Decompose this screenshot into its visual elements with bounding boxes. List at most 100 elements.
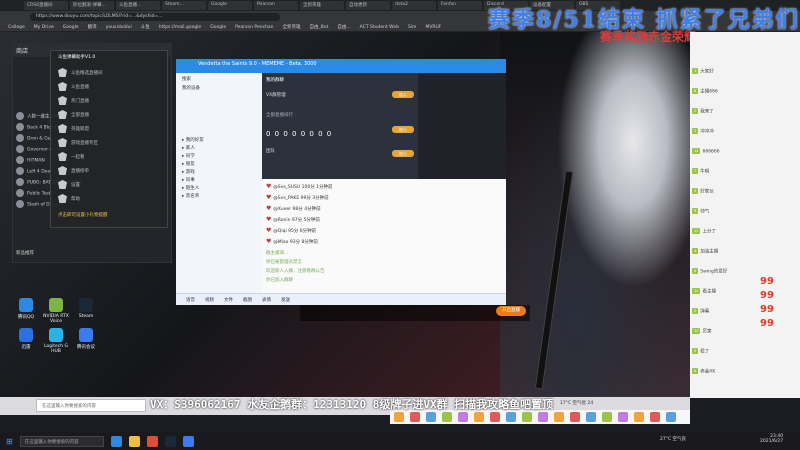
gift-count: 99 <box>760 290 774 301</box>
desktop-icon[interactable]: 迅雷 <box>10 328 42 350</box>
gift-icon[interactable] <box>458 412 468 422</box>
meeting-taskbar-icon[interactable] <box>182 435 194 447</box>
gift-icon[interactable] <box>618 412 628 422</box>
fan-badge: 7 <box>692 168 699 174</box>
qq-toolbar-button[interactable]: 发送 <box>281 297 290 303</box>
browser-tab[interactable]: Steam... <box>162 1 206 10</box>
browser-tab[interactable]: 斗鱼直播... <box>116 1 160 10</box>
library-item[interactable]: Dron & Gun <box>16 134 53 142</box>
contact-group[interactable]: ▸ 陌生人 <box>182 185 199 191</box>
popup-menu-item[interactable]: 帮助 <box>58 194 80 203</box>
popup-menu-item[interactable]: 直播榜单 <box>58 166 89 175</box>
explorer-taskbar-icon[interactable] <box>128 435 140 447</box>
gift-icon[interactable] <box>474 412 484 422</box>
url-field[interactable]: https://www.douyu.com/topic/LOLMSI?rid=.… <box>30 13 280 21</box>
popup-menu-item[interactable]: 一起看 <box>58 152 85 161</box>
contact-group[interactable]: ▸ 黑名单 <box>182 193 199 199</box>
windows-start-icon[interactable]: ⊞ <box>6 437 13 446</box>
team-button[interactable]: 加入 <box>392 150 414 157</box>
browser-tab[interactable]: 自动更新 <box>346 1 390 10</box>
popup-menu-item[interactable]: 游戏直播专区 <box>58 138 98 147</box>
bookmark-item[interactable]: MVRUF <box>425 25 441 30</box>
qq-toolbar-button[interactable]: 语音 <box>186 297 195 303</box>
popup-menu-item[interactable]: 全部直播 <box>58 110 89 119</box>
bookmark-item[interactable]: Sim <box>408 25 417 30</box>
steam-taskbar-icon[interactable] <box>164 435 176 447</box>
contact-group[interactable]: ▸ 我的好友 <box>182 137 204 143</box>
popup-menu-item[interactable]: 设置 <box>58 180 80 189</box>
qq-toolbar-button[interactable]: 表情 <box>262 297 271 303</box>
gift-icon[interactable] <box>522 412 532 422</box>
taskbar-search-input[interactable]: 在这里输入你要搜索的内容 <box>19 435 104 447</box>
library-item[interactable]: Left 4 Dead <box>16 167 53 175</box>
gift-icon[interactable] <box>538 412 548 422</box>
bookmark-item[interactable]: 全新英雄 <box>283 24 301 30</box>
gift-icon[interactable] <box>490 412 500 422</box>
start-live-button[interactable]: 开启直播 <box>496 306 526 316</box>
inner-search-input[interactable]: 在这里输入你要搜索的内容 <box>36 399 146 412</box>
rank-button[interactable]: 加入 <box>392 126 414 133</box>
bookmark-item[interactable]: Pearson Penchan <box>235 25 273 30</box>
desktop-icon[interactable]: 腾讯QQ <box>10 298 42 320</box>
bookmark-item[interactable]: 自由_Bot <box>310 24 329 30</box>
bookmark-item[interactable]: youxiduidui <box>106 25 132 30</box>
contact-group[interactable]: ▸ 游戏 <box>182 169 195 175</box>
bookmark-item[interactable]: Google <box>210 25 226 30</box>
qq-toolbar-button[interactable]: 截图 <box>243 297 252 303</box>
qq-title-bar[interactable]: Vendetta the Saints 9.0 - MEMEME - Beta,… <box>176 59 506 73</box>
browser-tab[interactable]: 全新英雄 <box>300 1 344 10</box>
gift-icon[interactable] <box>554 412 564 422</box>
qq-search-input[interactable]: 搜索 <box>182 76 191 82</box>
bookmark-item[interactable]: My Drive <box>34 25 54 30</box>
bookmark-item[interactable]: ACT Student Web <box>360 25 399 30</box>
gift-icon[interactable] <box>650 412 660 422</box>
gift-icon[interactable] <box>570 412 580 422</box>
library-item[interactable]: HITMAN <box>16 156 45 164</box>
desktop-icon[interactable]: Logitech G HUB <box>40 328 72 354</box>
qq-taskbar-icon[interactable] <box>110 435 122 447</box>
browser-tab[interactable]: CRS6直播间 <box>24 1 68 10</box>
contact-group[interactable]: ▸ 同事 <box>182 177 195 183</box>
desktop-icon[interactable]: 腾讯会议 <box>70 328 102 350</box>
gift-icon[interactable] <box>666 412 676 422</box>
contact-group[interactable]: ▸ 同学 <box>182 153 195 159</box>
popup-menu-item[interactable]: 斗鱼直播 <box>58 82 89 91</box>
popup-menu-item[interactable]: 斗鱼精选直播间 <box>58 68 103 77</box>
contact-group[interactable]: ▸ 家人 <box>182 145 195 151</box>
gift-icon[interactable] <box>426 412 436 422</box>
popup-title: 斗鱼弹幕助手V1.0 <box>58 55 96 60</box>
chrome-taskbar-icon[interactable] <box>146 435 158 447</box>
bookmark-item[interactable]: 翻译 <box>88 24 97 30</box>
library-item[interactable]: Public Test <box>16 189 51 197</box>
browser-tab[interactable]: dota2 <box>392 1 436 10</box>
group-join-button[interactable]: 加入 <box>392 91 414 98</box>
gift-icon[interactable] <box>442 412 452 422</box>
gift-icon[interactable] <box>506 412 516 422</box>
chat-message: 14 看主播 <box>692 288 716 295</box>
bookmark-item[interactable]: 斗鱼 <box>141 24 150 30</box>
bookmark-item[interactable]: https://mail.google <box>159 25 201 30</box>
contact-group[interactable]: ▸ 朋友 <box>182 161 195 167</box>
browser-tab[interactable]: Fanfan <box>438 1 482 10</box>
app-icon <box>19 328 33 342</box>
browser-tab[interactable]: Google <box>208 1 252 10</box>
qq-toolbar-button[interactable]: 文件 <box>224 297 233 303</box>
browser-tab[interactable]: Pearson <box>254 1 298 10</box>
desktop-icon[interactable]: Steam <box>70 298 102 319</box>
browser-tab[interactable]: 阶位翻滚-弹幕... <box>70 1 114 10</box>
gift-icon[interactable] <box>410 412 420 422</box>
popup-menu-item[interactable]: 英雄联盟 <box>58 124 89 133</box>
popup-menu-item[interactable]: 热门直播 <box>58 96 89 105</box>
new-items-label[interactable]: 新品推荐 <box>16 250 34 256</box>
gift-icon[interactable] <box>394 412 404 422</box>
bookmark-item[interactable]: 自由... <box>337 24 350 30</box>
gift-icon[interactable] <box>586 412 596 422</box>
gift-icon[interactable] <box>634 412 644 422</box>
gift-icon[interactable] <box>602 412 612 422</box>
bookmark-item[interactable]: College <box>8 25 25 30</box>
qq-toolbar-button[interactable]: 视频 <box>205 297 214 303</box>
bookmark-item[interactable]: Google <box>63 25 79 30</box>
desktop-icon[interactable]: NVIDIA RTX Voice <box>40 298 72 324</box>
group-name[interactable]: VX群管理 <box>266 92 286 98</box>
qq-my-device[interactable]: 我的设备 <box>182 85 200 91</box>
